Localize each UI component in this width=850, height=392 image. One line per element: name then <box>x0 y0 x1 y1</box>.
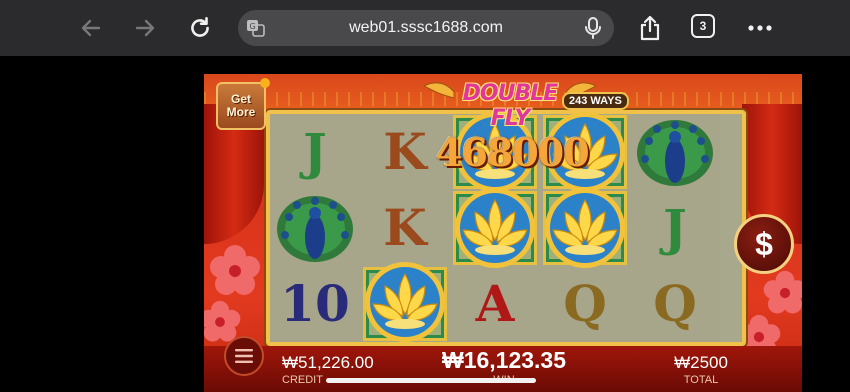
symbol-cell <box>630 114 720 190</box>
slot-game[interactable]: J 10 K K A Q J Q DOUBLE FLY 243 WAYS Get… <box>204 74 802 392</box>
symbol-j: J <box>663 198 687 257</box>
symbol-cell-winning <box>450 188 540 268</box>
lotus-icon <box>455 188 535 268</box>
microphone-icon[interactable] <box>584 17 602 44</box>
win-popup-amount: 468000 <box>436 130 590 175</box>
get-more-button[interactable]: Get More <box>216 78 270 130</box>
flower-icon <box>210 245 260 295</box>
symbol-q: Q <box>653 274 697 333</box>
symbol-k: K <box>383 122 427 181</box>
reel-1: J 10 <box>270 114 361 342</box>
notification-dot <box>260 78 270 88</box>
symbol-cell: Q <box>540 266 630 342</box>
symbol-cell: A <box>450 266 540 342</box>
reel-5: J Q <box>630 114 720 342</box>
bet-coin-button[interactable]: $ <box>734 214 794 274</box>
game-logo: DOUBLE FLY <box>424 78 596 131</box>
win-value: ₩16,123.35 <box>441 347 567 373</box>
url-text: web01.sssc1688.com <box>349 19 503 36</box>
address-bar[interactable]: G web01.sssc1688.com <box>238 10 614 46</box>
symbol-cell-winning <box>360 262 450 342</box>
browser-toolbar: G web01.sssc1688.com 3 <box>0 0 850 56</box>
lotus-icon <box>365 262 445 342</box>
symbol-cell: J <box>630 190 720 266</box>
symbol-j: J <box>303 122 327 181</box>
game-title: DOUBLE FLY <box>462 81 559 131</box>
symbol-cell: 10 <box>270 266 360 342</box>
flower-icon <box>763 270 802 314</box>
tabs-icon[interactable]: 3 <box>691 14 715 38</box>
back-arrow-icon[interactable] <box>74 11 108 45</box>
symbol-q: Q <box>563 274 607 333</box>
hamburger-icon <box>235 349 253 363</box>
menu-button[interactable] <box>224 336 264 376</box>
lotus-icon <box>545 188 625 268</box>
symbol-a: A <box>475 274 515 333</box>
symbol-cell: K <box>360 190 450 266</box>
credit-value: ₩51,226.00 <box>282 353 374 372</box>
share-icon[interactable] <box>633 11 667 45</box>
get-more-label-2: More <box>226 105 256 119</box>
symbol-k: K <box>383 198 427 257</box>
symbol-cell <box>270 190 360 266</box>
peacock-icon <box>277 196 353 262</box>
reload-icon[interactable] <box>183 11 217 45</box>
symbol-cell: J <box>270 114 360 190</box>
dollar-icon: $ <box>755 225 773 262</box>
symbol-10: 10 <box>280 274 350 333</box>
forward-arrow-icon[interactable] <box>128 11 162 45</box>
ways-badge: 243 WAYS <box>562 92 629 110</box>
more-icon[interactable] <box>743 11 777 45</box>
peacock-icon <box>637 120 713 186</box>
total-label: TOTAL <box>683 374 719 386</box>
symbol-cell-winning <box>540 188 630 268</box>
credit-label: CREDIT <box>282 374 323 386</box>
home-indicator[interactable] <box>326 378 536 383</box>
total-bet-value[interactable]: ₩2500 <box>666 353 736 373</box>
symbol-cell: Q <box>630 266 720 342</box>
